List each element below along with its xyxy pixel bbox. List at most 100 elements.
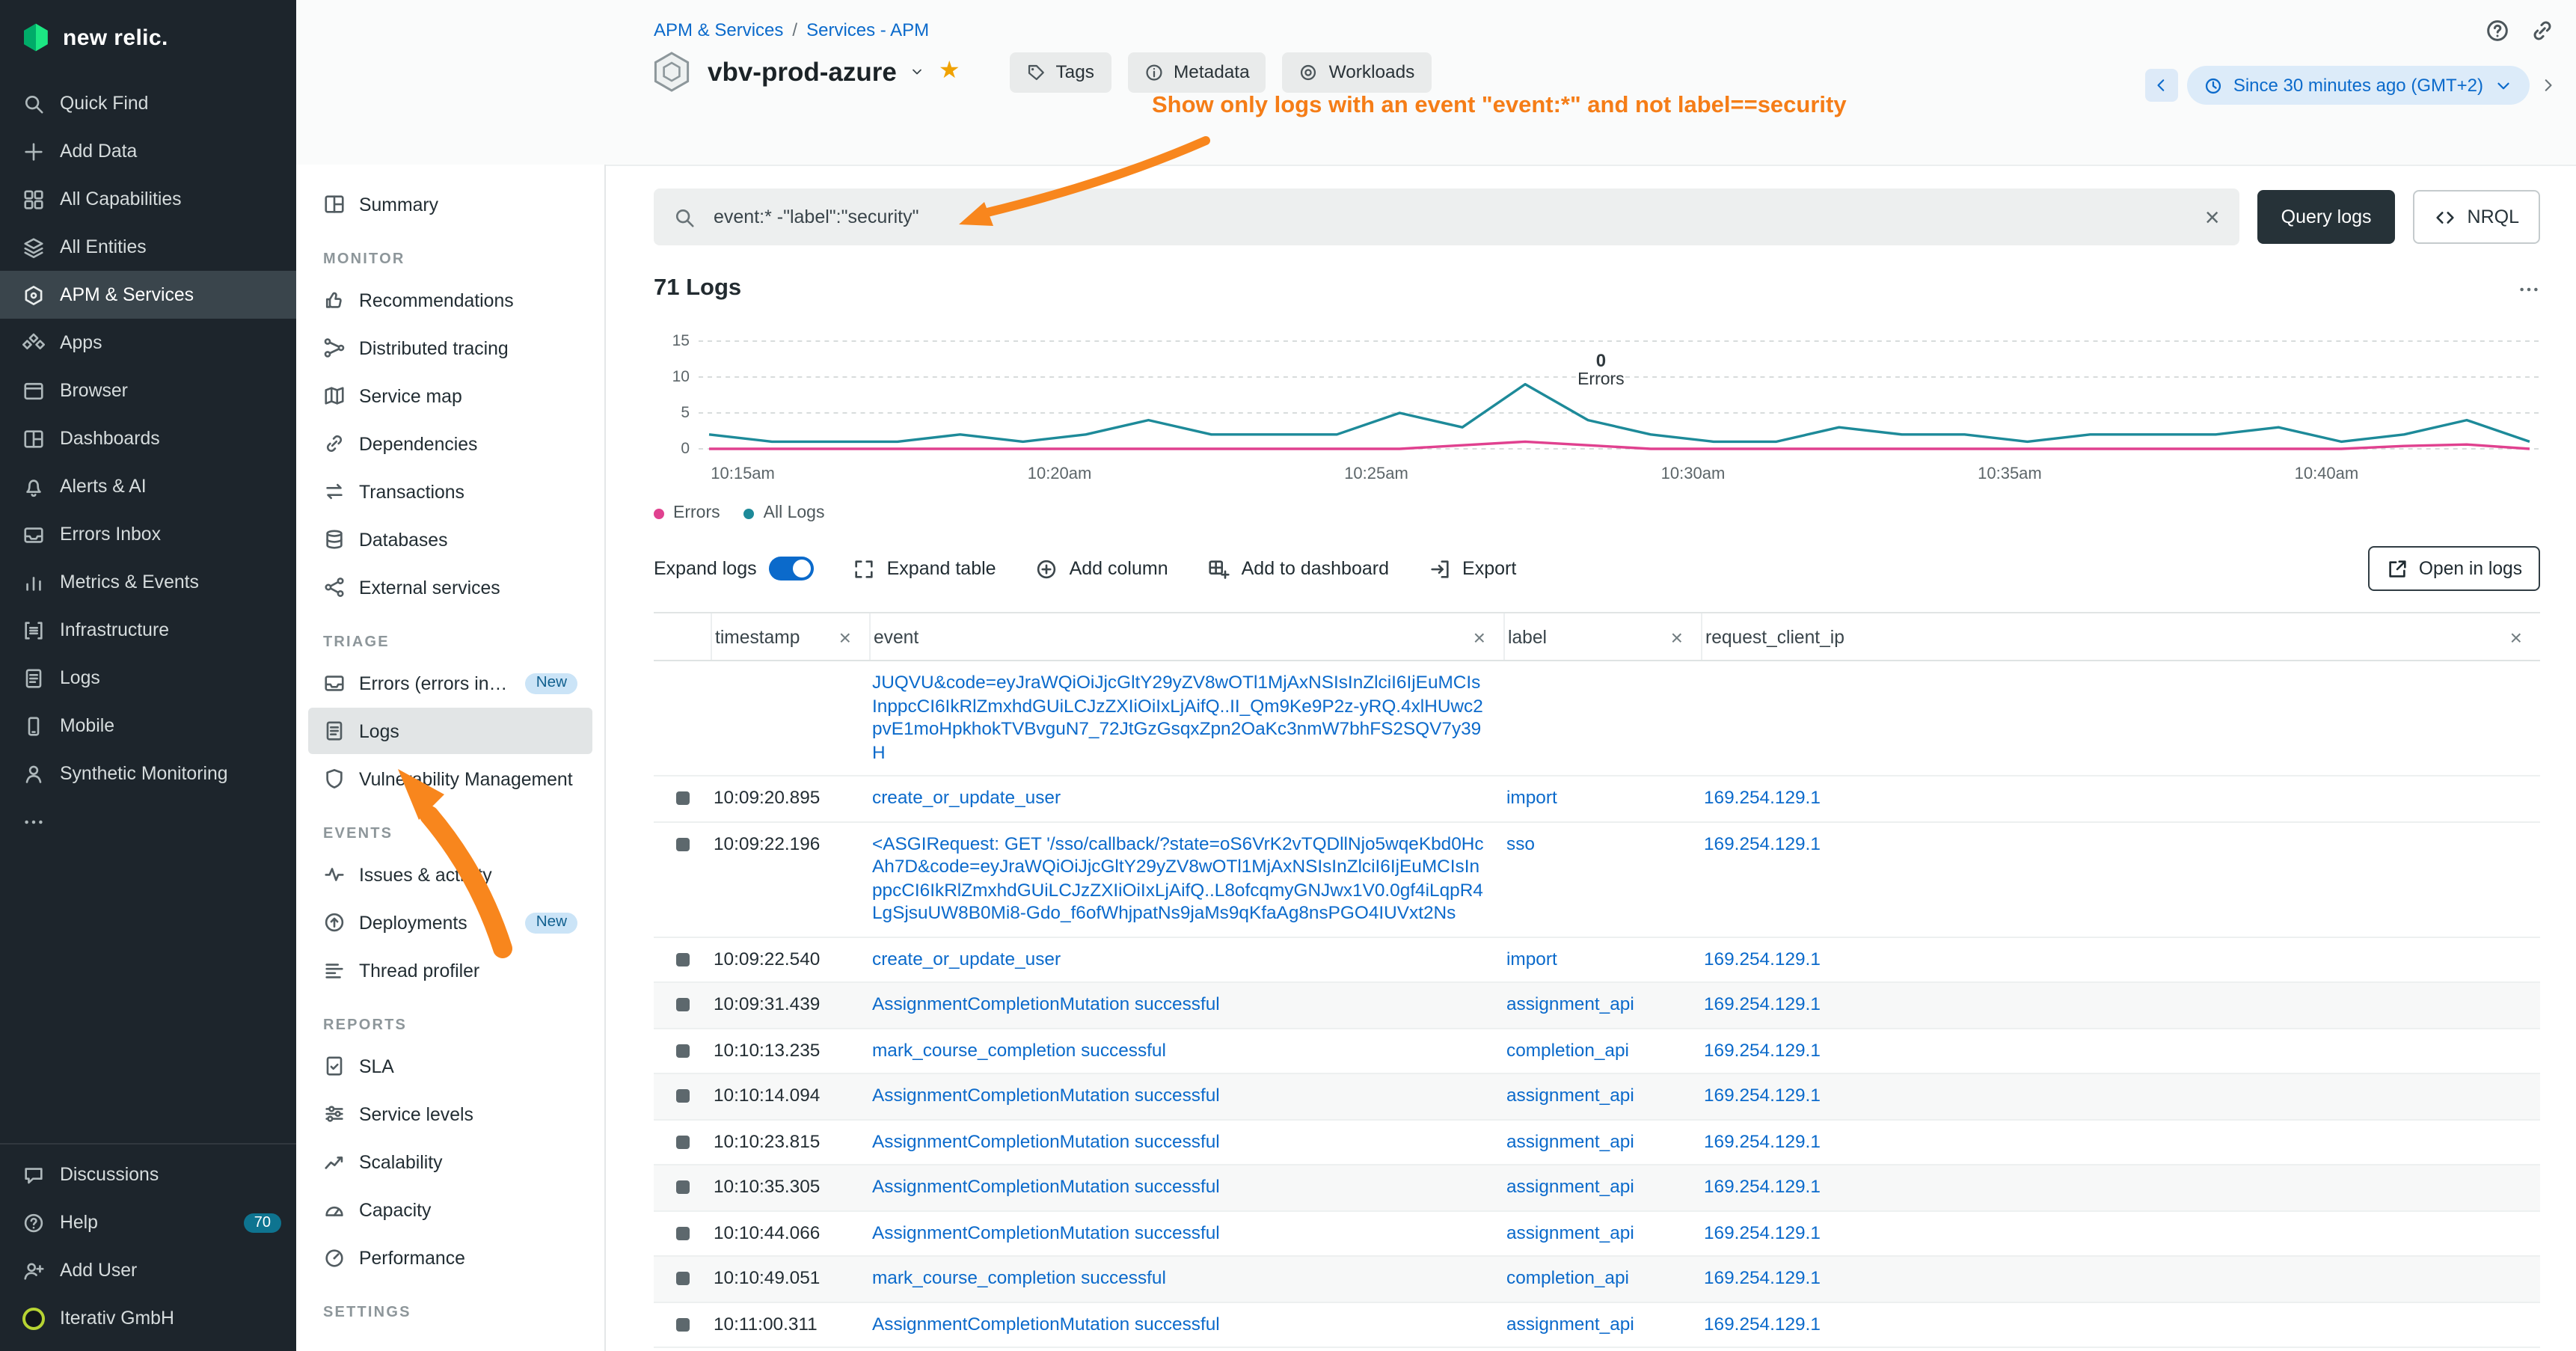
ip-link[interactable]: 169.254.129.1 — [1704, 833, 1821, 854]
remove-column-icon[interactable]: × — [839, 625, 851, 649]
sidebar-item-deployments[interactable]: DeploymentsNew — [308, 899, 592, 946]
sidebar-item-discussions[interactable]: Discussions — [0, 1151, 296, 1198]
row-select[interactable] — [654, 1074, 711, 1118]
sidebar-item-all-capabilities[interactable]: All Capabilities — [0, 175, 296, 223]
row-select[interactable] — [654, 1120, 711, 1164]
breadcrumb-apm-services[interactable]: APM & Services — [654, 19, 783, 40]
event-link[interactable]: AssignmentCompletionMutation successful — [872, 1313, 1220, 1334]
row-handle-icon[interactable] — [675, 1135, 689, 1148]
remove-column-icon[interactable]: × — [1671, 625, 1683, 649]
ip-link[interactable]: 169.254.129.1 — [1704, 1130, 1821, 1151]
label-link[interactable]: assignment_api — [1506, 1176, 1634, 1197]
ip-link[interactable]: 169.254.129.1 — [1704, 1176, 1821, 1197]
column-header-label[interactable]: label × — [1503, 613, 1701, 660]
column-header-request-client-ip[interactable]: request_client_ip × — [1701, 613, 2540, 660]
column-header-timestamp[interactable]: timestamp × — [711, 613, 869, 660]
row-handle-icon[interactable] — [675, 1317, 689, 1331]
time-picker[interactable]: Since 30 minutes ago (GMT+2) — [2187, 66, 2530, 105]
sidebar-item-more[interactable] — [0, 797, 296, 845]
sidebar-item-vulnerability-management[interactable]: Vulnerability Management — [308, 756, 592, 802]
label-link[interactable]: assignment_api — [1506, 1130, 1634, 1151]
sidebar-item-synthetic-monitoring[interactable]: Synthetic Monitoring — [0, 750, 296, 797]
event-link[interactable]: AssignmentCompletionMutation successful — [872, 993, 1220, 1014]
legend-item-all-logs[interactable]: All Logs — [744, 504, 825, 522]
entity-chevron-down-icon[interactable] — [910, 64, 925, 79]
label-link[interactable]: assignment_api — [1506, 1222, 1634, 1243]
row-select[interactable] — [654, 1029, 711, 1073]
event-link[interactable]: JUQVU&code=eyJraWQiOiJjcGltY29yZV8wOTl1M… — [872, 672, 1483, 762]
sidebar-item-service-map[interactable]: Service map — [308, 373, 592, 419]
sidebar-item-dashboards[interactable]: Dashboards — [0, 414, 296, 462]
sidebar-item-infrastructure[interactable]: Infrastructure — [0, 606, 296, 654]
sidebar-item-metrics-events[interactable]: Metrics & Events — [0, 558, 296, 606]
breadcrumb-services-apm[interactable]: Services - APM — [806, 19, 929, 40]
label-link[interactable]: assignment_api — [1506, 1313, 1634, 1334]
remove-column-icon[interactable]: × — [2510, 625, 2522, 649]
favorite-star-icon[interactable]: ★ — [939, 60, 960, 84]
nrql-button[interactable]: NRQL — [2414, 190, 2540, 244]
event-link[interactable]: AssignmentCompletionMutation successful — [872, 1085, 1220, 1106]
label-link[interactable]: sso — [1506, 833, 1535, 854]
sidebar-item-capacity[interactable]: Capacity — [308, 1186, 592, 1233]
row-select[interactable] — [654, 776, 711, 821]
help-circle-icon[interactable] — [2485, 18, 2510, 43]
sidebar-item-logs[interactable]: Logs — [308, 708, 592, 754]
sidebar-item-apm-services[interactable]: APM & Services — [0, 271, 296, 319]
sidebar-item-transactions[interactable]: Transactions — [308, 468, 592, 515]
label-link[interactable]: assignment_api — [1506, 993, 1634, 1014]
row-select[interactable] — [654, 1211, 711, 1255]
time-forward-button[interactable] — [2539, 76, 2557, 94]
clear-query-icon[interactable]: × — [2205, 204, 2220, 230]
sidebar-item-all-entities[interactable]: All Entities — [0, 223, 296, 271]
row-select[interactable] — [654, 1257, 711, 1301]
tags-button[interactable]: Tags — [1010, 52, 1111, 92]
event-link[interactable]: AssignmentCompletionMutation successful — [872, 1176, 1220, 1197]
sidebar-item-dependencies[interactable]: Dependencies — [308, 420, 592, 467]
event-link[interactable]: mark_course_completion successful — [872, 1267, 1166, 1288]
add-to-dashboard-button[interactable]: Add to dashboard — [1207, 557, 1389, 580]
sidebar-item-databases[interactable]: Databases — [308, 516, 592, 563]
sidebar-item-summary[interactable]: Summary — [308, 181, 592, 227]
ip-link[interactable]: 169.254.129.1 — [1704, 1222, 1821, 1243]
sidebar-item-add-user[interactable]: Add User — [0, 1246, 296, 1294]
ip-link[interactable]: 169.254.129.1 — [1704, 787, 1821, 808]
sidebar-item-browser[interactable]: Browser — [0, 367, 296, 414]
row-select[interactable] — [654, 1165, 711, 1210]
sidebar-item-service-levels[interactable]: Service levels — [308, 1091, 592, 1137]
ip-link[interactable]: 169.254.129.1 — [1704, 1039, 1821, 1060]
table-row[interactable]: 10:09:31.439AssignmentCompletionMutation… — [654, 983, 2540, 1029]
export-button[interactable]: Export — [1428, 557, 1516, 580]
row-select[interactable] — [654, 661, 711, 775]
log-query-input[interactable] — [711, 205, 2190, 229]
sidebar-item-distributed-tracing[interactable]: Distributed tracing — [308, 325, 592, 371]
sidebar-item-errors-errors-inb[interactable]: Errors (errors inb...New — [308, 660, 592, 706]
time-back-button[interactable] — [2145, 69, 2178, 102]
sidebar-item-external-services[interactable]: External services — [308, 564, 592, 610]
event-link[interactable]: create_or_update_user — [872, 787, 1061, 808]
add-column-button[interactable]: Add column — [1035, 557, 1168, 580]
copy-permalink-icon[interactable] — [2530, 18, 2555, 43]
log-query-searchbox[interactable]: × — [654, 189, 2239, 245]
ip-link[interactable]: 169.254.129.1 — [1704, 948, 1821, 969]
more-options-icon[interactable] — [2518, 278, 2540, 300]
table-row[interactable]: 10:10:14.094AssignmentCompletionMutation… — [654, 1074, 2540, 1120]
sidebar-item-recommendations[interactable]: Recommendations — [308, 277, 592, 323]
chart-plot-area[interactable]: 0 Errors 10:15am10:20am10:25am10:30am10:… — [699, 317, 2540, 489]
column-header-event[interactable]: event × — [869, 613, 1503, 660]
remove-column-icon[interactable]: × — [1473, 625, 1485, 649]
sidebar-item-scalability[interactable]: Scalability — [308, 1139, 592, 1185]
row-handle-icon[interactable] — [675, 791, 689, 805]
sidebar-item-thread-profiler[interactable]: Thread profiler — [308, 947, 592, 993]
sidebar-item-quick-find[interactable]: Quick Find — [0, 79, 296, 127]
row-select[interactable] — [654, 983, 711, 1027]
event-link[interactable]: AssignmentCompletionMutation successful — [872, 1130, 1220, 1151]
table-row[interactable]: 10:11:00.311AssignmentCompletionMutation… — [654, 1302, 2540, 1348]
label-link[interactable]: completion_api — [1506, 1039, 1629, 1060]
event-link[interactable]: create_or_update_user — [872, 948, 1061, 969]
event-link[interactable]: <ASGIRequest: GET '/sso/callback/?state=… — [872, 833, 1484, 923]
row-select[interactable] — [654, 1302, 711, 1347]
table-row[interactable]: 10:10:23.815AssignmentCompletionMutation… — [654, 1120, 2540, 1165]
label-link[interactable]: import — [1506, 787, 1557, 808]
label-link[interactable]: assignment_api — [1506, 1085, 1634, 1106]
table-row[interactable]: 10:09:22.540create_or_update_userimport1… — [654, 937, 2540, 983]
